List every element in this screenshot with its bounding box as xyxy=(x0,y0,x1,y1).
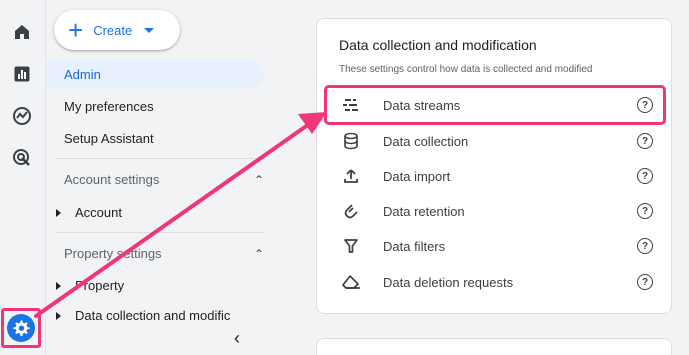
row-label: Data collection xyxy=(383,133,469,149)
row-label: Data filters xyxy=(383,238,446,254)
settings-annotation-box xyxy=(1,308,41,348)
help-icon[interactable]: ? xyxy=(637,274,653,290)
nav-item-account[interactable]: Account xyxy=(56,205,122,220)
help-icon[interactable]: ? xyxy=(637,203,653,219)
reports-icon[interactable] xyxy=(10,62,34,86)
create-button[interactable]: + Create xyxy=(54,10,180,50)
account-settings-label: Account settings xyxy=(64,172,160,187)
home-icon[interactable] xyxy=(10,20,34,44)
nav-item-my-preferences[interactable]: My preferences xyxy=(46,91,154,121)
data-streams-icon xyxy=(339,93,363,117)
upload-icon xyxy=(339,164,363,188)
nav-item-data-collection[interactable]: Data collection and modific xyxy=(56,308,230,320)
help-icon[interactable]: ? xyxy=(637,97,653,113)
account-settings-header[interactable]: Account settings ⌃ xyxy=(64,172,264,187)
help-icon[interactable]: ? xyxy=(637,238,653,254)
explore-icon[interactable] xyxy=(10,104,34,128)
row-label: Data streams xyxy=(383,97,461,113)
eraser-icon xyxy=(339,270,363,294)
row-data-deletion-requests[interactable]: Data deletion requests ? xyxy=(327,265,663,299)
chevron-up-icon: ⌃ xyxy=(253,246,264,261)
nav-item-admin[interactable]: Admin xyxy=(46,59,264,89)
row-data-collection[interactable]: Data collection ? xyxy=(327,124,663,158)
plus-icon: + xyxy=(68,15,84,45)
database-icon xyxy=(339,129,363,153)
admin-nav-panel: + Create Admin My preferences Setup Assi… xyxy=(46,0,298,355)
row-label: Data import xyxy=(383,168,451,184)
nav-item-setup-assistant[interactable]: Setup Assistant xyxy=(46,123,154,153)
icon-rail xyxy=(0,0,46,355)
card-subtitle: These settings control how data is colle… xyxy=(339,64,593,75)
row-data-retention[interactable]: Data retention ? xyxy=(327,194,663,228)
expand-arrow-icon xyxy=(56,208,61,217)
row-label: Data retention xyxy=(383,203,465,219)
row-data-filters[interactable]: Data filters ? xyxy=(327,229,663,263)
data-collection-card: Data collection and modification These s… xyxy=(316,18,672,314)
chevron-up-icon: ⌃ xyxy=(253,172,264,187)
filter-icon xyxy=(339,234,363,258)
row-label: Data deletion requests xyxy=(383,274,514,290)
collapse-nav-icon[interactable]: ‹ xyxy=(234,328,240,349)
gear-icon[interactable] xyxy=(7,314,35,342)
row-data-streams[interactable]: Data streams ? xyxy=(324,85,666,125)
help-icon[interactable]: ? xyxy=(637,133,653,149)
advertising-icon[interactable] xyxy=(10,146,34,170)
row-data-import[interactable]: Data import ? xyxy=(327,159,663,193)
property-label: Property xyxy=(75,278,125,293)
caret-down-icon xyxy=(144,27,155,33)
account-label: Account xyxy=(75,205,122,220)
retention-icon xyxy=(339,199,363,223)
secondary-card xyxy=(316,338,672,355)
expand-arrow-icon xyxy=(56,281,61,290)
create-label: Create xyxy=(93,22,133,38)
help-icon[interactable]: ? xyxy=(637,168,653,184)
divider xyxy=(56,158,264,159)
data-collection-label: Data collection and modific xyxy=(75,308,231,320)
nav-item-property[interactable]: Property xyxy=(56,278,124,293)
property-settings-label: Property settings xyxy=(64,246,162,261)
card-title: Data collection and modification xyxy=(339,37,537,53)
expand-arrow-icon xyxy=(56,312,61,320)
property-settings-header[interactable]: Property settings ⌃ xyxy=(64,246,264,261)
divider xyxy=(56,232,264,233)
